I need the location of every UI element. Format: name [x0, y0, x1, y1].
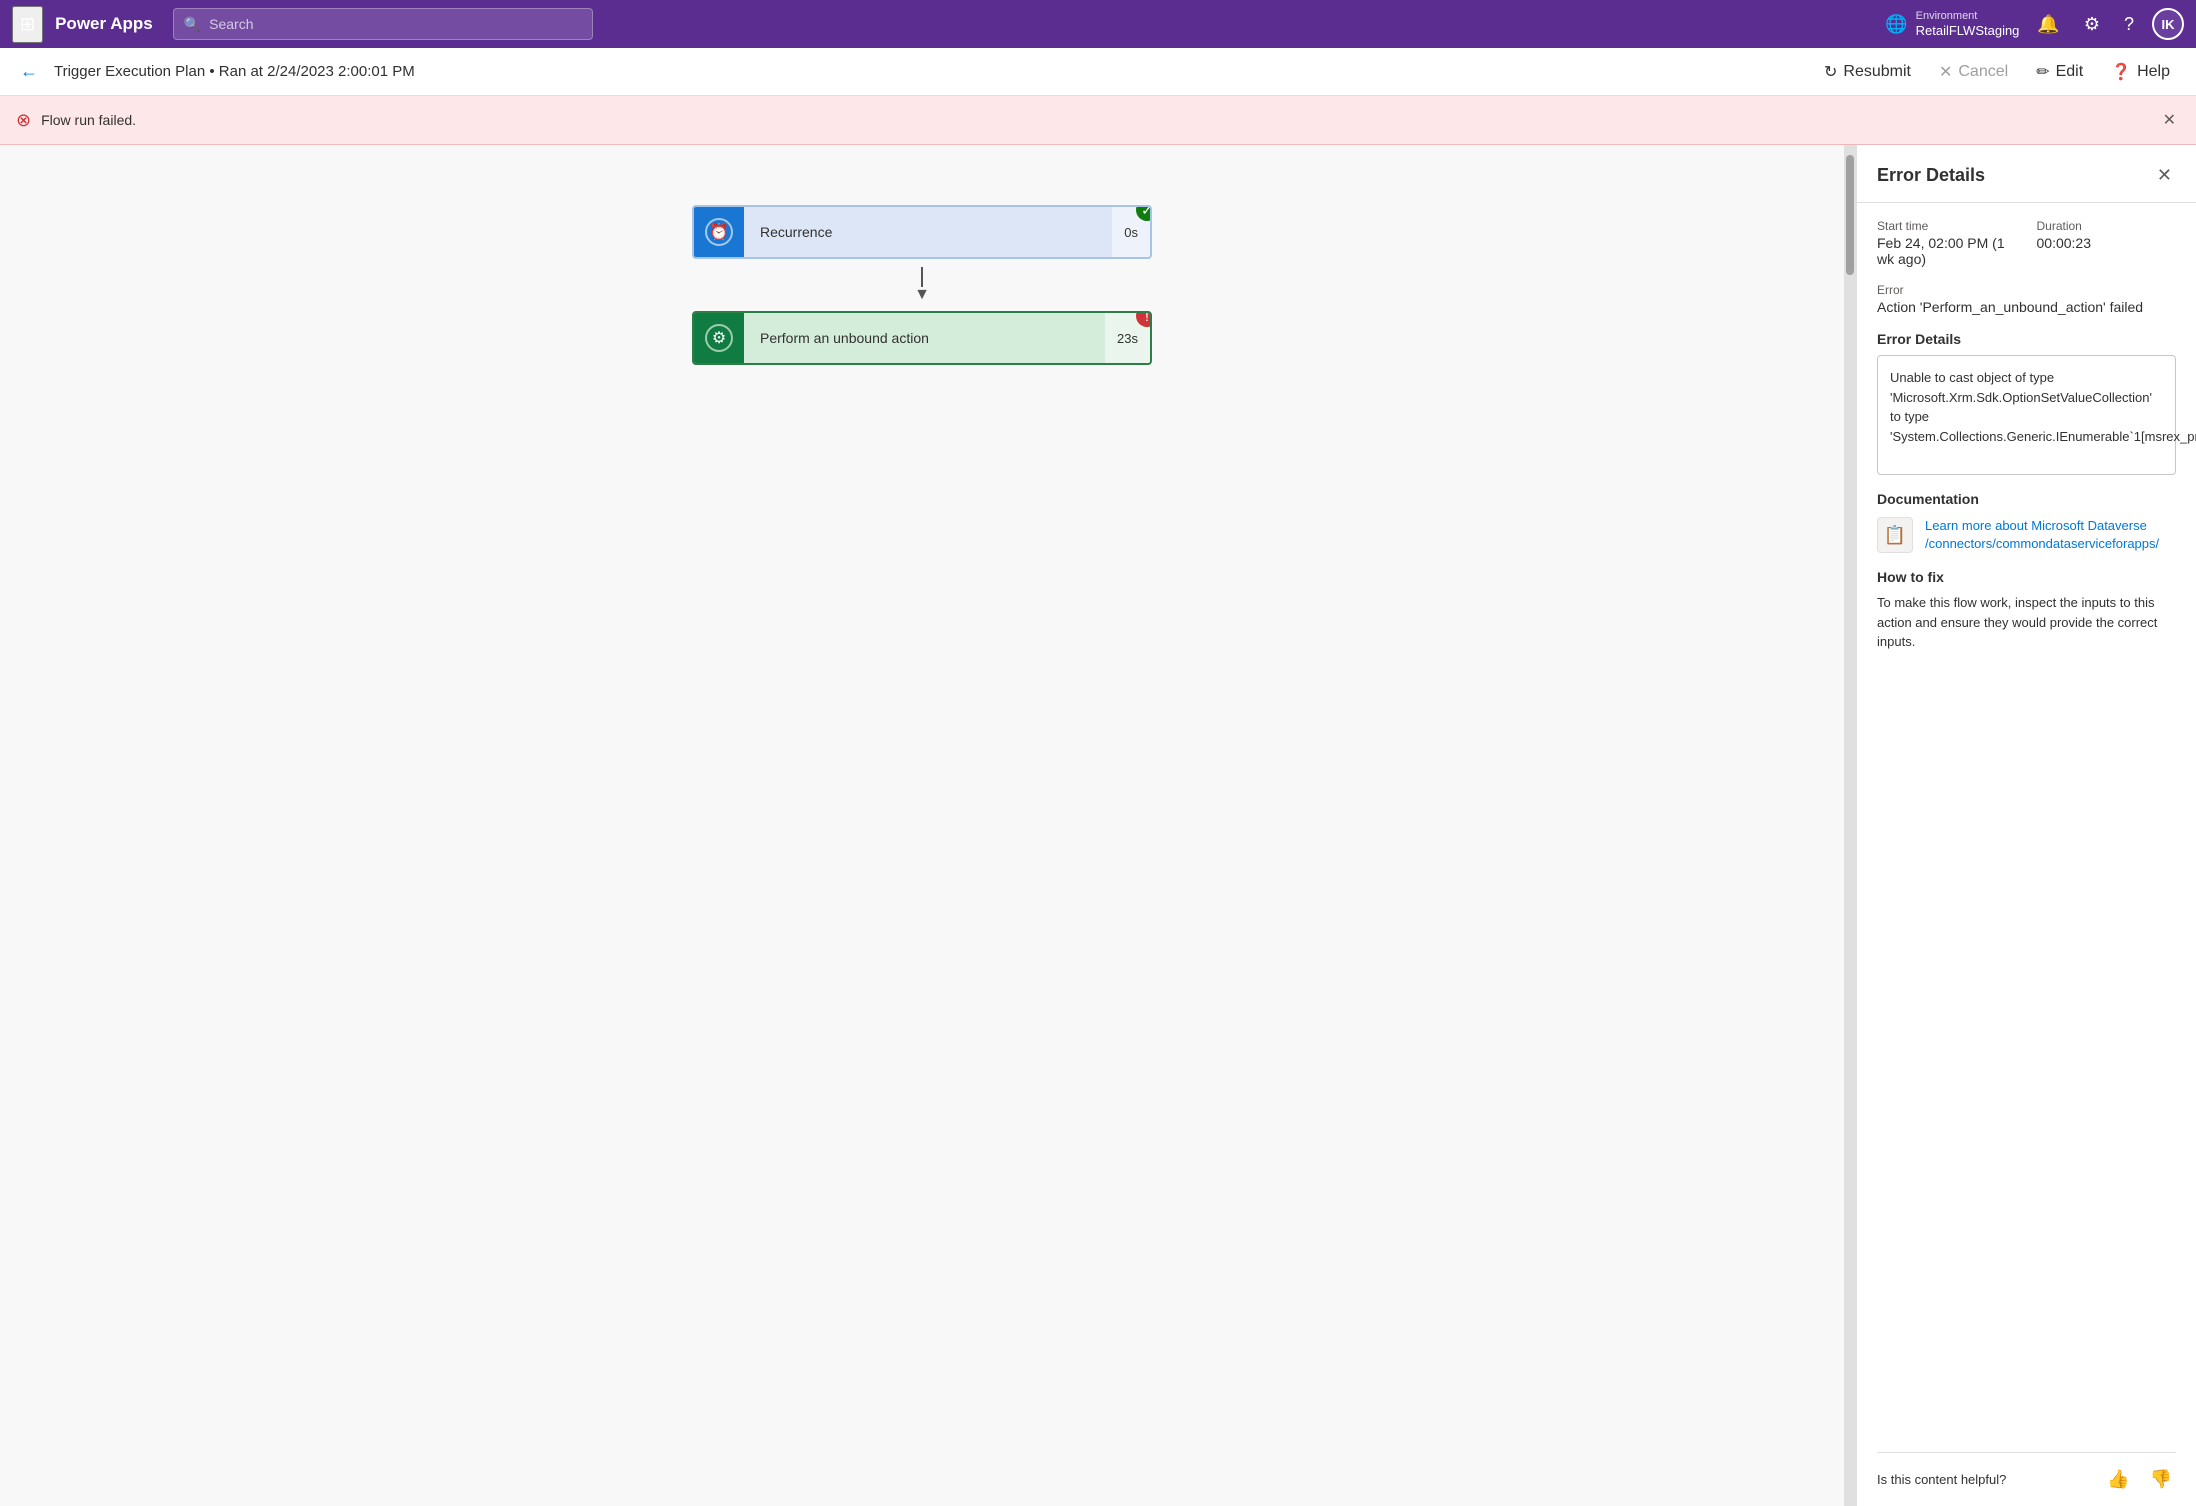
- recurrence-icon-area: ⏰: [694, 207, 744, 257]
- error-circle-icon: ⊗: [16, 110, 31, 131]
- cancel-button[interactable]: ✕ Cancel: [1929, 56, 2018, 88]
- how-to-fix-section: How to fix To make this flow work, inspe…: [1877, 569, 2176, 652]
- duration-value: 00:00:23: [2037, 235, 2177, 251]
- flow-canvas: ⏰ Recurrence 0s ✓ ▼ ⚙ Perform an unbou: [0, 145, 1844, 1506]
- start-duration-row: Start time Feb 24, 02:00 PM (1 wk ago) D…: [1877, 219, 2176, 267]
- recurrence-icon: ⏰: [705, 218, 733, 246]
- topnav: ⊞ Power Apps 🔍 🌐 Environment RetailFLWSt…: [0, 0, 2196, 48]
- notification-icon[interactable]: 🔔: [2031, 8, 2065, 41]
- right-panel-header: Error Details ✕: [1857, 145, 2196, 203]
- flow-arrow: ▼: [914, 267, 930, 303]
- action-icon-area: ⚙: [694, 313, 744, 363]
- error-section-label: Error: [1877, 283, 2176, 297]
- helpful-section: Is this content helpful? 👍 👎: [1877, 1452, 2176, 1506]
- back-button[interactable]: ←: [16, 57, 42, 86]
- error-details-label: Error Details: [1877, 331, 2176, 347]
- duration-col: Duration 00:00:23: [2037, 219, 2177, 267]
- cancel-icon: ✕: [1939, 62, 1952, 82]
- app-logo: Power Apps: [55, 14, 153, 34]
- thumbs-up-button[interactable]: 👍: [2103, 1465, 2133, 1494]
- main-content: ⏰ Recurrence 0s ✓ ▼ ⚙ Perform an unbou: [0, 145, 2196, 1506]
- search-icon: 🔍: [184, 16, 201, 33]
- help-button[interactable]: ❓ Help: [2101, 56, 2180, 88]
- error-row: Error Action 'Perform_an_unbound_action'…: [1877, 283, 2176, 315]
- error-details-section: Error Details Unable to cast object of t…: [1877, 331, 2176, 475]
- doc-link-url: /connectors/commondataserviceforapps/: [1925, 535, 2159, 553]
- doc-link-text: Learn more about Microsoft Dataverse: [1925, 517, 2159, 535]
- subheader-actions: ↻ Resubmit ✕ Cancel ✏ Edit ❓ Help: [1814, 56, 2180, 88]
- start-time-label: Start time: [1877, 219, 2017, 233]
- helpful-text: Is this content helpful?: [1877, 1472, 2091, 1487]
- canvas-with-scroll: ⏰ Recurrence 0s ✓ ▼ ⚙ Perform an unbou: [0, 145, 1856, 1506]
- help-icon[interactable]: ?: [2118, 8, 2140, 41]
- dataverse-icon: 📋: [1877, 517, 1913, 553]
- edit-button[interactable]: ✏ Edit: [2026, 56, 2093, 88]
- help-circle-icon: ❓: [2111, 62, 2131, 82]
- duration-label: Duration: [2037, 219, 2177, 233]
- recurrence-node[interactable]: ⏰ Recurrence 0s ✓: [692, 205, 1152, 259]
- start-time-value: Feb 24, 02:00 PM (1 wk ago): [1877, 235, 2017, 267]
- resubmit-button[interactable]: ↻ Resubmit: [1814, 56, 1921, 88]
- documentation-label: Documentation: [1877, 491, 2176, 507]
- search-bar: 🔍: [173, 8, 593, 40]
- how-to-fix-label: How to fix: [1877, 569, 2176, 585]
- environment-selector[interactable]: 🌐 Environment RetailFLWStaging: [1885, 10, 2019, 39]
- right-panel-close-button[interactable]: ✕: [2153, 161, 2176, 190]
- page-title: Trigger Execution Plan • Ran at 2/24/202…: [54, 63, 415, 80]
- right-panel-title: Error Details: [1877, 165, 1985, 186]
- edit-icon: ✏: [2036, 62, 2049, 82]
- grid-icon[interactable]: ⊞: [12, 6, 43, 43]
- error-banner-close[interactable]: ✕: [2159, 106, 2180, 134]
- error-banner: ⊗ Flow run failed. ✕: [0, 96, 2196, 145]
- subheader: ← Trigger Execution Plan • Ran at 2/24/2…: [0, 48, 2196, 96]
- avatar[interactable]: IK: [2152, 8, 2184, 40]
- globe-icon: 🌐: [1885, 14, 1907, 35]
- scroll-thumb: [1846, 155, 1854, 275]
- doc-link[interactable]: 📋 Learn more about Microsoft Dataverse /…: [1877, 517, 2176, 553]
- thumbs-down-button[interactable]: 👎: [2146, 1465, 2176, 1494]
- how-to-fix-text: To make this flow work, inspect the inpu…: [1877, 593, 2176, 652]
- action-label: Perform an unbound action: [744, 313, 1105, 363]
- error-action-text: Action 'Perform_an_unbound_action' faile…: [1877, 299, 2176, 315]
- resubmit-icon: ↻: [1824, 62, 1837, 82]
- action-icon: ⚙: [705, 324, 733, 352]
- search-input[interactable]: [209, 16, 582, 32]
- flow-nodes: ⏰ Recurrence 0s ✓ ▼ ⚙ Perform an unbou: [662, 185, 1182, 385]
- action-node[interactable]: ⚙ Perform an unbound action 23s !: [692, 311, 1152, 365]
- right-panel: Error Details ✕ Start time Feb 24, 02:00…: [1856, 145, 2196, 1506]
- recurrence-label: Recurrence: [744, 207, 1112, 257]
- error-banner-text: Flow run failed.: [41, 112, 2149, 128]
- right-panel-body: Start time Feb 24, 02:00 PM (1 wk ago) D…: [1857, 203, 2196, 1452]
- error-text-box: Unable to cast object of type 'Microsoft…: [1877, 355, 2176, 475]
- scroll-track[interactable]: [1844, 145, 1856, 1506]
- settings-icon[interactable]: ⚙: [2078, 8, 2106, 41]
- start-time-col: Start time Feb 24, 02:00 PM (1 wk ago): [1877, 219, 2017, 267]
- documentation-section: Documentation 📋 Learn more about Microso…: [1877, 491, 2176, 553]
